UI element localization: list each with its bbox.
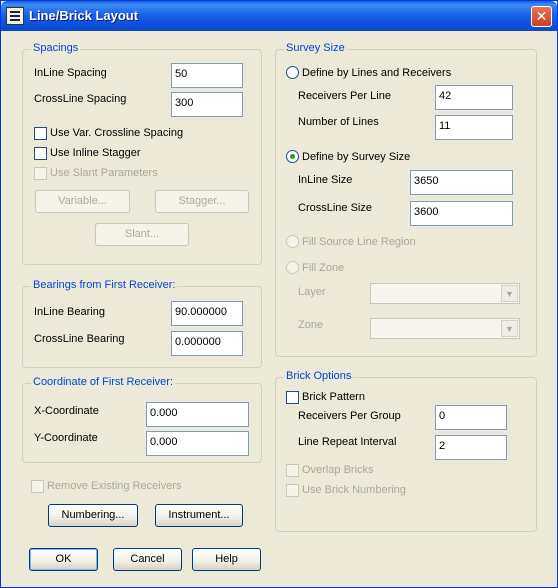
app-icon	[6, 7, 24, 25]
chevron-down-icon[interactable]: ▼	[501, 320, 518, 337]
chevron-down-icon[interactable]: ▼	[501, 285, 518, 302]
bearings-legend: Bearings from First Receiver:	[31, 279, 178, 291]
inline-spacing-label: InLine Spacing	[34, 67, 107, 79]
numbering-button[interactable]: Numbering...	[48, 504, 138, 527]
crossline-size-input[interactable]: 3600	[410, 201, 513, 226]
brick-options-legend: Brick Options	[284, 370, 354, 382]
define-lines-label[interactable]: Define by Lines and Receivers	[302, 67, 451, 79]
y-coordinate-label: Y-Coordinate	[34, 432, 98, 444]
line-repeat-label: Line Repeat Interval	[298, 436, 397, 448]
instrument-button[interactable]: Instrument...	[155, 504, 243, 527]
window-title: Line/Brick Layout	[29, 8, 139, 23]
ok-button[interactable]: OK	[29, 548, 98, 571]
receivers-per-line-input[interactable]: 42	[435, 85, 513, 110]
y-coordinate-input[interactable]: 0.000	[146, 431, 249, 456]
inline-bearing-input[interactable]: 90.000000	[171, 301, 243, 326]
fill-source-radio[interactable]	[286, 235, 299, 248]
x-coordinate-input[interactable]: 0.000	[146, 402, 249, 427]
receivers-per-group-label: Receivers Per Group	[298, 410, 401, 422]
inline-bearing-label: InLine Bearing	[34, 306, 105, 318]
var-crossline-checkbox[interactable]	[34, 127, 47, 140]
x-coordinate-label: X-Coordinate	[34, 405, 99, 417]
dialog-window: Line/Brick Layout ✕ Spacings InLine Spac…	[0, 0, 558, 588]
number-of-lines-label: Number of Lines	[298, 116, 379, 128]
inline-size-label: InLine Size	[298, 174, 353, 186]
remove-receivers-checkbox[interactable]	[31, 480, 44, 493]
inline-stagger-label[interactable]: Use Inline Stagger	[50, 147, 141, 159]
crossline-spacing-input[interactable]: 300	[171, 92, 243, 117]
layer-label: Layer	[298, 286, 326, 298]
define-lines-radio[interactable]	[286, 66, 299, 79]
crossline-spacing-label: CrossLine Spacing	[34, 93, 127, 105]
fill-source-label: Fill Source Line Region	[302, 236, 416, 248]
line-repeat-input[interactable]: 2	[435, 435, 507, 460]
spacings-legend: Spacings	[31, 42, 81, 54]
receivers-per-line-label: Receivers Per Line	[298, 90, 391, 102]
stagger-button[interactable]: Stagger...	[155, 190, 249, 213]
coordinate-legend: Coordinate of First Receiver:	[31, 376, 175, 388]
crossline-bearing-label: CrossLine Bearing	[34, 333, 125, 345]
slant-params-checkbox[interactable]	[34, 167, 47, 180]
crossline-size-label: CrossLine Size	[298, 202, 372, 214]
var-crossline-label[interactable]: Use Var. Crossline Spacing	[50, 127, 183, 139]
overlap-bricks-checkbox[interactable]	[286, 464, 299, 477]
layer-select[interactable]: ▼	[370, 283, 520, 304]
brick-numbering-label: Use Brick Numbering	[302, 484, 406, 496]
inline-spacing-input[interactable]: 50	[171, 63, 243, 88]
brick-pattern-checkbox[interactable]	[286, 391, 299, 404]
brick-pattern-label[interactable]: Brick Pattern	[302, 391, 365, 403]
slant-params-label: Use Slant Parameters	[50, 167, 158, 179]
brick-numbering-checkbox[interactable]	[286, 484, 299, 497]
number-of-lines-input[interactable]: 11	[435, 115, 513, 140]
define-survey-label[interactable]: Define by Survey Size	[302, 151, 410, 163]
crossline-bearing-input[interactable]: 0.000000	[171, 331, 243, 356]
cancel-button[interactable]: Cancel	[113, 548, 182, 571]
close-icon[interactable]: ✕	[531, 6, 552, 27]
remove-receivers-label: Remove Existing Receivers	[47, 480, 182, 492]
survey-size-legend: Survey Size	[284, 42, 347, 54]
fill-zone-label: Fill Zone	[302, 262, 345, 274]
variable-button[interactable]: Variable...	[35, 190, 130, 213]
overlap-bricks-label: Overlap Bricks	[302, 464, 374, 476]
define-survey-radio[interactable]	[286, 150, 299, 163]
receivers-per-group-input[interactable]: 0	[435, 405, 507, 430]
help-button[interactable]: Help	[192, 548, 261, 571]
zone-label: Zone	[298, 319, 324, 331]
title-bar[interactable]: Line/Brick Layout ✕	[1, 1, 557, 31]
zone-select[interactable]: ▼	[370, 318, 520, 339]
slant-button[interactable]: Slant...	[95, 223, 189, 246]
inline-size-input[interactable]: 3650	[410, 170, 513, 195]
inline-stagger-checkbox[interactable]	[34, 147, 47, 160]
fill-zone-radio[interactable]	[286, 261, 299, 274]
